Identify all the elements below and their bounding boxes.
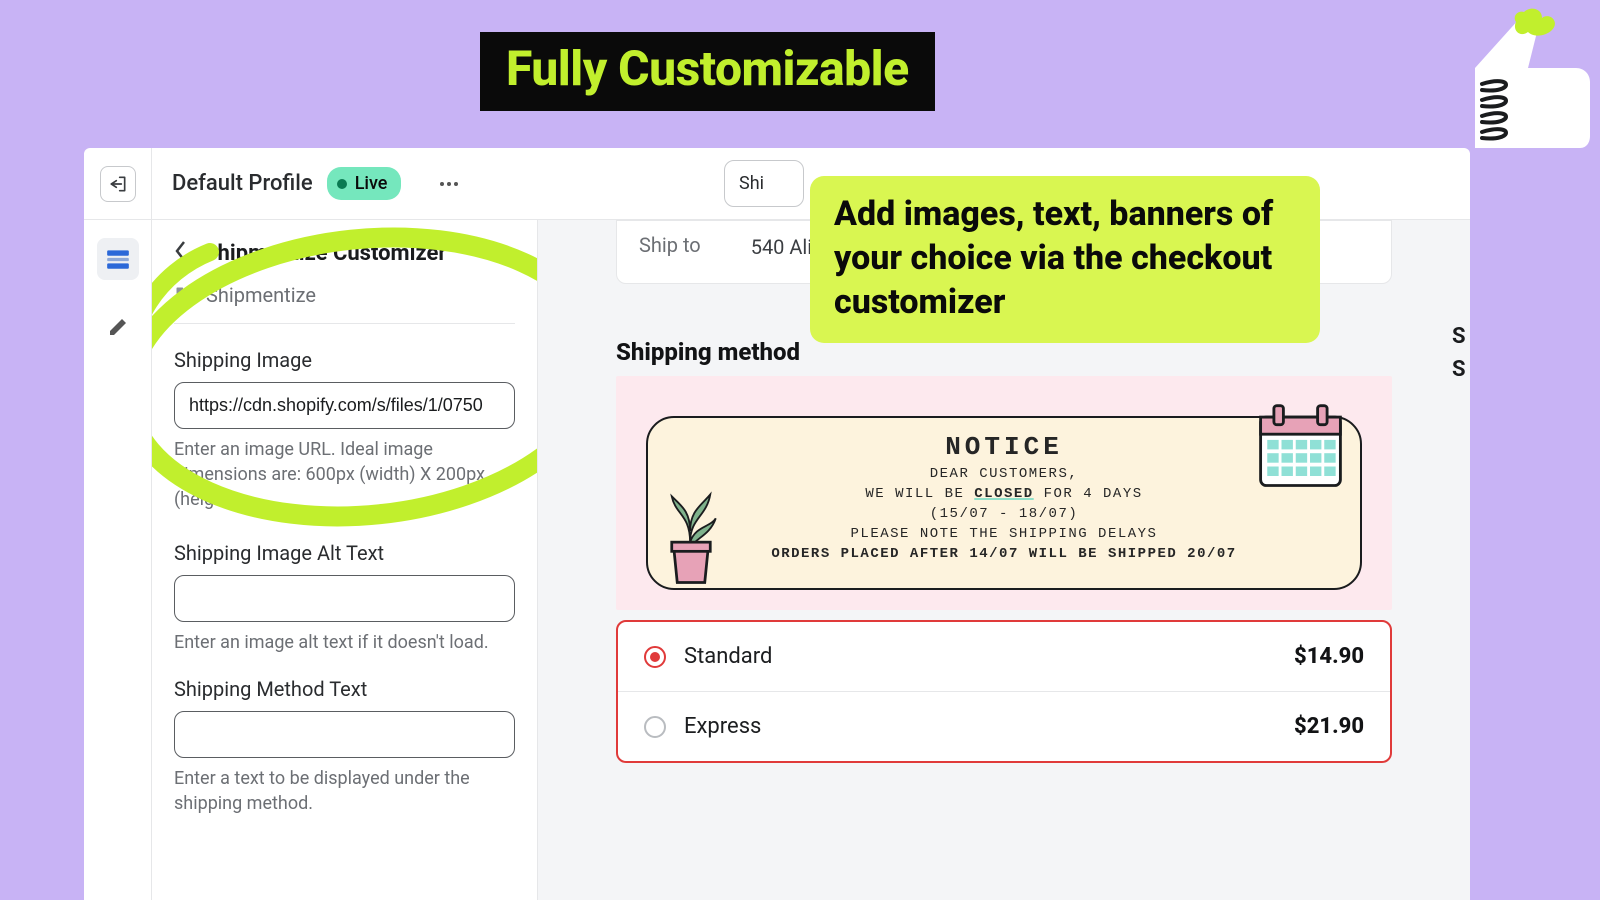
rail-sections-button[interactable] bbox=[97, 238, 139, 280]
shipping-image-label: Shipping Image bbox=[174, 348, 515, 372]
notice-line-2: WE WILL BE CLOSED FOR 4 DAYS bbox=[688, 486, 1320, 502]
shipping-option-price: $21.90 bbox=[1294, 714, 1364, 739]
shipping-method-text-label: Shipping Method Text bbox=[174, 677, 515, 701]
notice-line-3: (15/07 - 18/07) bbox=[688, 506, 1320, 522]
notice-title: NOTICE bbox=[688, 432, 1320, 462]
marketing-headline: Fully Customizable bbox=[480, 32, 935, 111]
chevron-left-icon[interactable] bbox=[174, 240, 188, 267]
shipping-image-input[interactable] bbox=[174, 382, 515, 429]
profile-title: Default Profile bbox=[172, 171, 313, 196]
shipping-options: Standard $14.90 Express $21.90 bbox=[616, 620, 1392, 763]
paintbrush-icon bbox=[106, 315, 130, 339]
shipping-alt-label: Shipping Image Alt Text bbox=[174, 541, 515, 565]
viewport-select[interactable]: Shi bbox=[724, 160, 804, 207]
app-block-icon bbox=[174, 285, 194, 305]
calendar-icon bbox=[1253, 400, 1348, 495]
breadcrumb-title: Shipmentize Customizer bbox=[204, 241, 446, 266]
shipping-option-name: Express bbox=[684, 714, 761, 739]
shipping-alt-help: Enter an image alt text if it doesn't lo… bbox=[174, 630, 515, 655]
more-actions-button[interactable] bbox=[431, 166, 467, 202]
shipping-option-standard[interactable]: Standard $14.90 bbox=[618, 622, 1390, 691]
plant-icon bbox=[656, 478, 726, 588]
ellipsis-icon bbox=[437, 172, 461, 196]
sidebar: Shipmentize Customizer Shipmentize Shipp… bbox=[152, 220, 538, 900]
shipping-method-heading: Shipping method bbox=[616, 338, 800, 366]
notice-line-1: DEAR CUSTOMERS, bbox=[688, 466, 1320, 482]
app-name: Shipmentize bbox=[206, 283, 316, 307]
status-badge: Live bbox=[327, 167, 402, 200]
sections-icon bbox=[105, 246, 131, 272]
thumbs-up-icon bbox=[1420, 8, 1590, 162]
radio-unselected-icon bbox=[644, 716, 666, 738]
exit-icon bbox=[108, 174, 128, 194]
notice-line-4: PLEASE NOTE THE SHIPPING DELAYS bbox=[688, 526, 1320, 542]
shipping-image-help: Enter an image URL. Ideal image dimensio… bbox=[174, 437, 515, 513]
ship-to-label: Ship to bbox=[639, 233, 701, 261]
rail-theme-button[interactable] bbox=[97, 306, 139, 348]
radio-selected-icon bbox=[644, 646, 666, 668]
shipping-method-text-help: Enter a text to be displayed under the s… bbox=[174, 766, 515, 816]
notice-banner: NOTICE DEAR CUSTOMERS, WE WILL BE CLOSED… bbox=[616, 376, 1392, 610]
shipping-option-name: Standard bbox=[684, 644, 772, 669]
shipping-alt-input[interactable] bbox=[174, 575, 515, 622]
shipping-option-express[interactable]: Express $21.90 bbox=[618, 691, 1390, 761]
callout-note: Add images, text, banners of your choice… bbox=[810, 176, 1320, 343]
cropped-text: S S bbox=[1452, 320, 1470, 520]
shipping-method-text-input[interactable] bbox=[174, 711, 515, 758]
notice-line-5: ORDERS PLACED AFTER 14/07 WILL BE SHIPPE… bbox=[688, 546, 1320, 562]
left-rail bbox=[84, 220, 152, 900]
back-button[interactable] bbox=[100, 166, 136, 202]
shipping-option-price: $14.90 bbox=[1294, 644, 1364, 669]
